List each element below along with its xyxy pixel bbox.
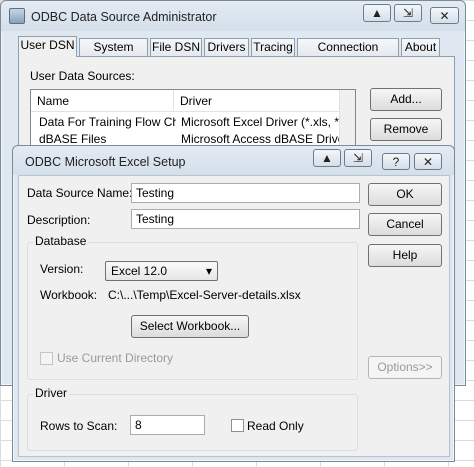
tab-drivers[interactable]: Drivers — [204, 38, 249, 56]
description-label: Description: — [27, 213, 91, 227]
read-only-label: Read Only — [247, 419, 304, 433]
setup-title: ODBC Microsoft Excel Setup — [25, 155, 186, 169]
version-value: Excel 12.0 — [111, 264, 168, 278]
version-select[interactable]: Excel 12.0 ▾ — [105, 261, 218, 281]
use-current-directory-checkbox[interactable] — [40, 352, 53, 365]
restore-icon[interactable]: ⇲ — [394, 4, 422, 22]
row-driver[interactable]: Microsoft Access dBASE Driver (* — [181, 132, 340, 146]
database-group-title: Database — [33, 234, 89, 248]
read-only-checkbox[interactable] — [231, 419, 244, 432]
version-label: Version: — [40, 262, 84, 276]
list-scrollbar[interactable] — [339, 90, 355, 148]
help-icon[interactable]: ? — [382, 153, 410, 170]
rows-to-scan-label: Rows to Scan: — [40, 419, 118, 433]
options-button[interactable]: Options>> — [368, 356, 442, 379]
row-name[interactable]: dBASE Files — [39, 132, 176, 146]
row-name[interactable]: Data For Training Flow Chart — [39, 115, 176, 129]
tab-user-dsn[interactable]: User DSN — [18, 36, 77, 57]
data-source-name-input[interactable]: Testing — [131, 183, 360, 203]
select-workbook-button[interactable]: Select Workbook... — [131, 315, 249, 338]
driver-group-title: Driver — [33, 386, 69, 400]
tab-file-dsn[interactable]: File DSN — [150, 38, 202, 56]
close-icon[interactable]: ✕ — [414, 153, 442, 170]
chevron-down-icon: ▾ — [205, 264, 212, 278]
pin-up-icon[interactable]: ▲ — [313, 149, 341, 167]
setup-titlebar: ODBC Microsoft Excel Setup ▲ ⇲ ? ✕ — [13, 146, 454, 175]
excel-setup-dialog: ODBC Microsoft Excel Setup ▲ ⇲ ? ✕ Data … — [12, 145, 455, 462]
use-current-directory-label: Use Current Directory — [57, 351, 174, 365]
rows-to-scan-input[interactable]: 8 — [130, 415, 205, 435]
tab-connection-pooling[interactable]: Connection Pooling — [297, 38, 399, 70]
workbook-path: C:\...\Temp\Excel-Server-details.xlsx — [108, 288, 301, 302]
remove-button[interactable]: Remove — [370, 118, 442, 141]
data-source-list[interactable]: Name Driver Data For Training Flow Chart… — [30, 89, 356, 149]
odbc-app-icon — [9, 8, 25, 24]
pin-up-icon[interactable]: ▲ — [363, 4, 391, 22]
restore-icon[interactable]: ⇲ — [344, 149, 372, 167]
user-data-sources-label: User Data Sources: — [30, 69, 135, 83]
tab-tracing[interactable]: Tracing — [251, 38, 295, 56]
help-button[interactable]: Help — [368, 244, 442, 267]
cancel-button[interactable]: Cancel — [368, 213, 442, 236]
close-icon[interactable]: ✕ — [430, 7, 459, 24]
description-input[interactable]: Testing — [131, 209, 360, 229]
setup-body: Data Source Name: Testing Description: T… — [18, 175, 450, 457]
tab-system-dsn[interactable]: System DSN — [79, 38, 148, 70]
row-driver[interactable]: Microsoft Excel Driver (*.xls, *.xlsx — [181, 115, 340, 129]
ok-button[interactable]: OK — [368, 183, 442, 206]
col-header-driver[interactable]: Driver — [174, 90, 340, 112]
workbook-label: Workbook: — [40, 288, 98, 302]
data-source-name-label: Data Source Name: — [27, 186, 133, 200]
admin-title: ODBC Data Source Administrator — [31, 10, 217, 24]
tab-about[interactable]: About — [401, 38, 440, 56]
admin-titlebar: ODBC Data Source Administrator ▲ ⇲ ✕ — [1, 1, 465, 31]
add-button[interactable]: Add... — [370, 88, 442, 111]
col-header-name[interactable]: Name — [31, 90, 174, 112]
